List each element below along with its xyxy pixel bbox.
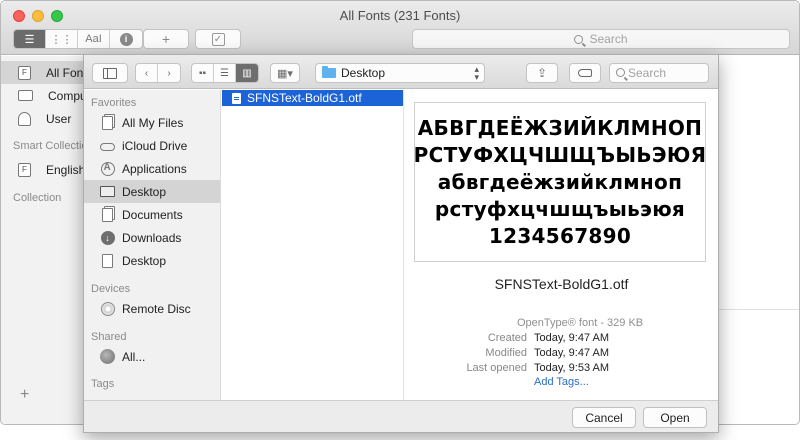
sidebar-item-documents[interactable]: Documents — [84, 203, 220, 226]
font-preview-box: АБВГДЕЁЖЗИЙКЛМНОП РСТУФХЦЧШЩЪЫЬЭЮЯ абвгд… — [414, 102, 706, 262]
preview-lowercase-line-1: абвгдеёжзийклмноп — [437, 169, 683, 194]
back-icon[interactable]: ‹ — [136, 64, 158, 82]
shared-header: Shared — [91, 331, 127, 343]
network-globe-icon — [100, 349, 115, 364]
sheet-footer: Cancel Open — [84, 400, 718, 432]
collection-header: Collection — [13, 192, 62, 204]
divider — [709, 309, 799, 310]
sidebar-item-desktop[interactable]: Desktop — [84, 180, 220, 203]
favorites-header: Favorites — [91, 97, 137, 109]
sidebar-icon — [103, 67, 117, 79]
font-file-icon — [232, 92, 241, 104]
created-label: Created — [487, 332, 527, 344]
file-kind: OpenType® font - 329 KB — [517, 317, 644, 329]
sidebar-toggle-button[interactable] — [92, 63, 128, 83]
view-mode-segmented-control[interactable]: ☰ ⋮⋮ AaI i — [13, 29, 143, 49]
preview-digits-line: 1234567890 — [488, 223, 632, 248]
updown-arrows-icon: ▴ ▾ — [474, 64, 479, 82]
info-icon[interactable]: i — [110, 30, 142, 48]
sidebar-item-english[interactable]: F English — [1, 158, 85, 181]
validate-font-button[interactable]: ✓ — [195, 29, 241, 49]
file-row-selected[interactable]: SFNSText-BoldG1.otf — [222, 90, 403, 106]
add-tags-link[interactable]: Add Tags... — [534, 376, 589, 388]
file-column: SFNSText-BoldG1.otf — [222, 90, 404, 400]
documents-icon — [102, 207, 113, 222]
sidebar-item-all-shared[interactable]: All... — [84, 345, 220, 368]
arrange-button[interactable]: ▦▾ — [270, 63, 300, 83]
add-font-button[interactable]: + — [143, 29, 189, 49]
checkbox-icon: ✓ — [211, 32, 225, 46]
meta-modified-row: Modified Today, 9:47 AM — [405, 347, 715, 362]
preview-filename: SFNSText-BoldG1.otf — [494, 276, 629, 292]
font-search-field[interactable]: Search — [412, 29, 790, 49]
sample-text-button[interactable]: AaI — [78, 30, 110, 48]
title-bar: All Fonts (231 Fonts) ☰ ⋮⋮ AaI i + ✓ Sea… — [1, 1, 799, 55]
forward-icon[interactable]: › — [158, 64, 180, 82]
window-title: All Fonts (231 Fonts) — [339, 8, 461, 23]
applications-icon — [100, 161, 115, 176]
library-sidebar: F All Fonts Computer User Smart Collecti… — [1, 56, 101, 424]
back-forward-control[interactable]: ‹ › — [135, 63, 181, 83]
meta-last-opened-row: Last opened Today, 9:53 AM — [405, 362, 715, 377]
computer-icon — [18, 90, 33, 101]
icon-view-icon[interactable]: ▪▪ — [192, 64, 214, 82]
preview-pane: АБВГДЕЁЖЗИЙКЛМНОП РСТУФХЦЧШЩЪЫЬЭЮЯ абвгд… — [405, 90, 718, 400]
disc-icon — [100, 301, 115, 316]
folder-icon — [322, 66, 336, 78]
share-button[interactable]: ⇪ — [526, 63, 558, 83]
open-file-sheet: ‹ › ▪▪ ☰ ▥ ▦▾ Desktop ▴ ▾ ⇪ Search Favori… — [83, 54, 719, 433]
view-options-control[interactable]: ▪▪ ☰ ▥ — [191, 63, 259, 83]
column-view-icon[interactable]: ▥ — [236, 64, 258, 82]
last-opened-value: Today, 9:53 AM — [534, 362, 610, 374]
font-collection-icon: F — [18, 162, 31, 177]
search-icon — [616, 68, 625, 77]
search-icon — [574, 34, 584, 44]
grid-view-icon[interactable]: ⋮⋮ — [46, 30, 78, 48]
user-icon — [18, 111, 31, 126]
sidebar-item-icloud-drive[interactable]: iCloud Drive — [84, 134, 220, 157]
list-view-icon[interactable]: ☰ — [14, 30, 46, 48]
finder-sidebar: Favorites All My Files iCloud Drive Appl… — [84, 90, 221, 400]
sidebar-item-remote-disc[interactable]: Remote Disc — [84, 297, 220, 320]
downloads-icon: ↓ — [100, 230, 115, 245]
preview-uppercase-line-1: АБВГДЕЁЖЗИЙКЛМНОП — [417, 115, 703, 140]
font-collection-icon: F — [18, 65, 31, 80]
smart-collection-header: Smart Collection — [13, 140, 94, 152]
tag-icon — [578, 69, 592, 77]
modified-value: Today, 9:47 AM — [534, 347, 610, 359]
meta-created-row: Created Today, 9:47 AM — [405, 332, 715, 347]
sheet-toolbar: ‹ › ▪▪ ☰ ▥ ▦▾ Desktop ▴ ▾ ⇪ Search — [84, 55, 718, 89]
cloud-icon — [100, 143, 115, 151]
sidebar-item-all-my-files[interactable]: All My Files — [84, 111, 220, 134]
share-icon: ⇪ — [536, 66, 548, 80]
devices-header: Devices — [91, 283, 131, 295]
add-collection-button[interactable]: + — [20, 386, 29, 404]
sidebar-item-applications[interactable]: Applications — [84, 157, 220, 180]
preview-uppercase-line-2: РСТУФХЦЧШЩЪЫЬЭЮЯ — [413, 142, 707, 167]
created-value: Today, 9:47 AM — [534, 332, 610, 344]
desktop-icon — [100, 186, 115, 197]
tags-header: Tags — [91, 378, 115, 390]
document-icon — [102, 253, 113, 268]
cancel-button[interactable]: Cancel — [572, 407, 636, 428]
last-opened-label: Last opened — [466, 362, 527, 374]
tag-button[interactable] — [569, 63, 601, 83]
sheet-search-field[interactable]: Search — [609, 63, 709, 83]
arrange-icon: ▦▾ — [277, 67, 293, 80]
sidebar-item-user[interactable]: User — [1, 107, 85, 130]
preview-lowercase-line-2: рстуфхцчшщъыьэюя — [434, 196, 686, 221]
list-view-icon[interactable]: ☰ — [214, 64, 236, 82]
sidebar-item-computer[interactable]: Computer — [1, 84, 101, 107]
plus-icon: + — [161, 31, 171, 47]
sidebar-item-desktop-folder[interactable]: Desktop — [84, 249, 220, 272]
sidebar-item-downloads[interactable]: ↓ Downloads — [84, 226, 220, 249]
all-files-icon — [102, 115, 113, 130]
modified-label: Modified — [485, 347, 527, 359]
sidebar-item-all-fonts[interactable]: F All Fonts — [1, 61, 93, 84]
open-button[interactable]: Open — [643, 407, 707, 428]
location-popup[interactable]: Desktop ▴ ▾ — [315, 63, 485, 83]
